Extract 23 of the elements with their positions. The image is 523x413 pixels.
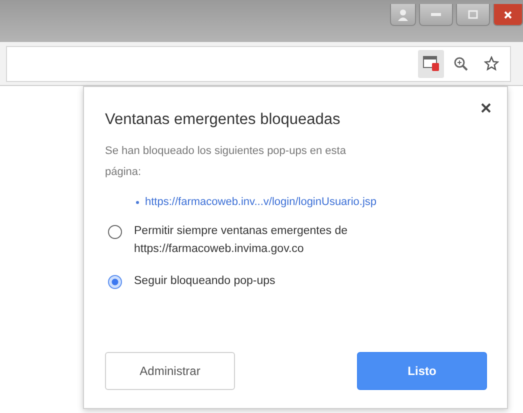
- profile-button[interactable]: [390, 4, 416, 26]
- person-icon: [398, 8, 408, 20]
- close-window-button[interactable]: [493, 4, 523, 26]
- maximize-icon: [468, 10, 478, 19]
- zoom-icon: [454, 56, 468, 70]
- radio-button[interactable]: [108, 275, 122, 289]
- blocked-popup-link[interactable]: https://farmacoweb.inv...v/login/loginUsuario.jsp: [145, 196, 377, 208]
- bubble-title: Ventanas emergentes bloqueadas: [105, 111, 342, 129]
- blocked-window-icon: [423, 56, 439, 71]
- popup-blocked-button[interactable]: [418, 50, 444, 78]
- maximize-button[interactable]: [456, 4, 490, 26]
- close-icon: [504, 10, 512, 18]
- radio-button[interactable]: [108, 225, 122, 239]
- description-text: Se han bloqueado los siguientes pop-ups en esta página:: [105, 144, 347, 180]
- done-button[interactable]: Listo: [357, 352, 487, 390]
- close-icon: [481, 103, 491, 113]
- bullet: [136, 200, 139, 204]
- option-label: Permitir siempre ventanas emergentes de https://farmacoweb.invima.gov.co: [134, 224, 348, 257]
- option-label: Seguir bloqueando pop-ups: [134, 274, 276, 289]
- minimize-button[interactable]: [419, 4, 453, 26]
- manage-button[interactable]: Administrar: [105, 352, 235, 390]
- minimize-icon: [431, 12, 441, 16]
- star-icon: [484, 56, 498, 71]
